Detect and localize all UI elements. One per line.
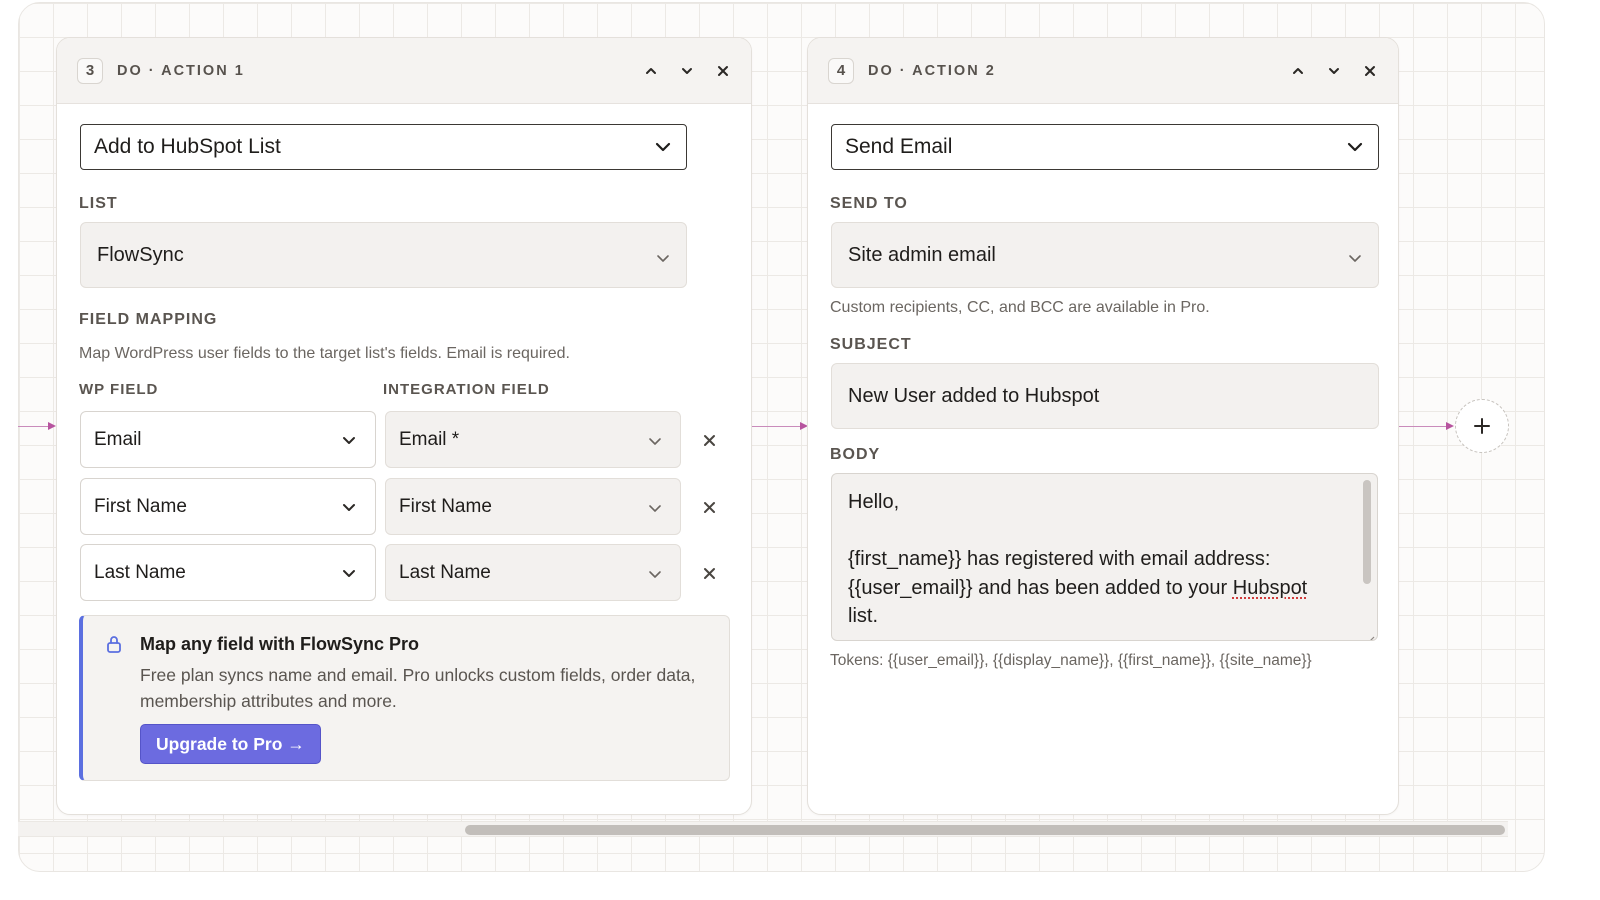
integration-field-header: INTEGRATION FIELD (383, 381, 550, 398)
send-to-label: SEND TO (830, 195, 908, 212)
chevron-down-icon (343, 570, 355, 577)
chevron-down-icon (649, 438, 661, 445)
step-badge: 4 (828, 57, 854, 84)
pro-upsell-title: Map any field with FlowSync Pro (140, 634, 420, 654)
subject-input[interactable]: New User added to Hubspot (831, 363, 1379, 429)
remove-mapping-button-3[interactable] (699, 563, 719, 583)
pro-upsell-description: Free plan syncs name and email. Pro unlo… (140, 665, 696, 711)
action-card-1: 3 DO · ACTION 1 Add to HubSpot List LIST… (56, 37, 752, 815)
action-type-value: Add to HubSpot List (94, 135, 281, 158)
move-down-button[interactable] (1324, 61, 1344, 81)
chevron-down-icon (649, 571, 661, 578)
close-icon (703, 434, 715, 446)
add-step-button[interactable] (1455, 399, 1509, 453)
body-textarea[interactable]: Hello, {first_name}} has registered with… (831, 473, 1378, 641)
action-card-2: 4 DO · ACTION 2 Send Email SEND TO Site … (807, 37, 1399, 815)
action-type-select[interactable]: Add to HubSpot List (80, 124, 687, 170)
integration-field-select-2[interactable]: First Name (385, 478, 681, 535)
wp-field-value: First Name (94, 495, 187, 517)
integration-field-select-3[interactable]: Last Name (385, 544, 681, 601)
list-value: FlowSync (97, 243, 184, 266)
close-icon (703, 501, 715, 513)
body-line: Hello, (848, 491, 900, 513)
wp-field-select-1[interactable]: Email (80, 411, 376, 468)
action-card-1-header: 3 DO · ACTION 1 (57, 38, 751, 104)
chevron-down-icon (343, 437, 355, 444)
wp-field-value: Email (94, 428, 142, 450)
wp-field-header: WP FIELD (79, 381, 159, 398)
send-to-select[interactable]: Site admin email (831, 222, 1379, 288)
card-header-actions (641, 38, 733, 104)
move-down-button[interactable] (677, 61, 697, 81)
lock-icon (107, 636, 121, 653)
chevron-up-icon (1293, 68, 1303, 74)
list-label: LIST (79, 195, 118, 212)
chevron-down-icon (1329, 68, 1339, 74)
body-text: {{user_email}} and has been added to you… (848, 576, 1233, 599)
textarea-scrollbar[interactable] (1363, 480, 1371, 584)
move-up-button[interactable] (641, 61, 661, 81)
integration-field-value: Email * (399, 428, 460, 450)
connector-in-action-1 (18, 422, 56, 430)
remove-mapping-button-2[interactable] (699, 497, 719, 517)
send-to-help: Custom recipients, CC, and BCC are avail… (830, 299, 1210, 316)
chevron-up-icon (646, 68, 656, 74)
action-card-2-header: 4 DO · ACTION 2 (808, 38, 1398, 104)
action-type-select[interactable]: Send Email (831, 124, 1379, 170)
card-title: DO · ACTION 2 (868, 62, 996, 79)
remove-action-button[interactable] (1360, 61, 1380, 81)
step-badge: 3 (77, 57, 103, 84)
field-mapping-label: FIELD MAPPING (79, 311, 218, 328)
connector-action-2-to-add (1399, 422, 1454, 430)
card-header-actions (1288, 38, 1380, 104)
pro-upsell-callout: Map any field with FlowSync Pro Free pla… (79, 615, 730, 781)
upgrade-to-pro-button[interactable]: Upgrade to Pro → (140, 724, 321, 764)
spellcheck-word: Hubspot (1232, 576, 1308, 599)
integration-field-select-1[interactable]: Email * (385, 411, 681, 468)
chevron-down-icon (682, 68, 692, 74)
body-label: BODY (830, 446, 881, 463)
chevron-down-icon (649, 505, 661, 512)
body-line: {first_name}} has registered with email … (848, 548, 1271, 570)
body-line (848, 517, 1361, 546)
chevron-down-icon (1349, 255, 1361, 262)
chevron-down-icon (655, 142, 671, 152)
connector-action-1-to-2 (752, 422, 808, 430)
wp-field-select-2[interactable]: First Name (80, 478, 376, 535)
chevron-down-icon (343, 504, 355, 511)
plus-icon (1474, 418, 1490, 434)
chevron-down-icon (1347, 142, 1363, 152)
tokens-help: Tokens: {{user_email}}, {{display_name}}… (830, 652, 1312, 669)
resize-handle-icon[interactable] (1363, 626, 1375, 640)
remove-mapping-button-1[interactable] (699, 430, 719, 450)
close-icon (703, 567, 715, 579)
integration-field-value: First Name (399, 495, 492, 517)
remove-action-button[interactable] (713, 61, 733, 81)
list-select[interactable]: FlowSync (80, 222, 687, 288)
field-mapping-help: Map WordPress user fields to the target … (79, 345, 570, 362)
action-type-value: Send Email (845, 135, 953, 158)
send-to-value: Site admin email (848, 243, 996, 266)
move-up-button[interactable] (1288, 61, 1308, 81)
body-line: list. (848, 605, 878, 627)
integration-field-value: Last Name (399, 561, 491, 583)
chevron-down-icon (657, 255, 669, 262)
wp-field-value: Last Name (94, 561, 186, 583)
close-icon (718, 66, 728, 76)
card-title: DO · ACTION 1 (117, 62, 245, 79)
subject-label: SUBJECT (830, 336, 912, 353)
subject-value: New User added to Hubspot (848, 384, 1100, 407)
close-icon (1365, 66, 1375, 76)
body-line: {{user_email}} and has been added to you… (848, 574, 1361, 603)
horizontal-scrollbar-thumb[interactable] (465, 825, 1505, 835)
wp-field-select-3[interactable]: Last Name (80, 544, 376, 601)
